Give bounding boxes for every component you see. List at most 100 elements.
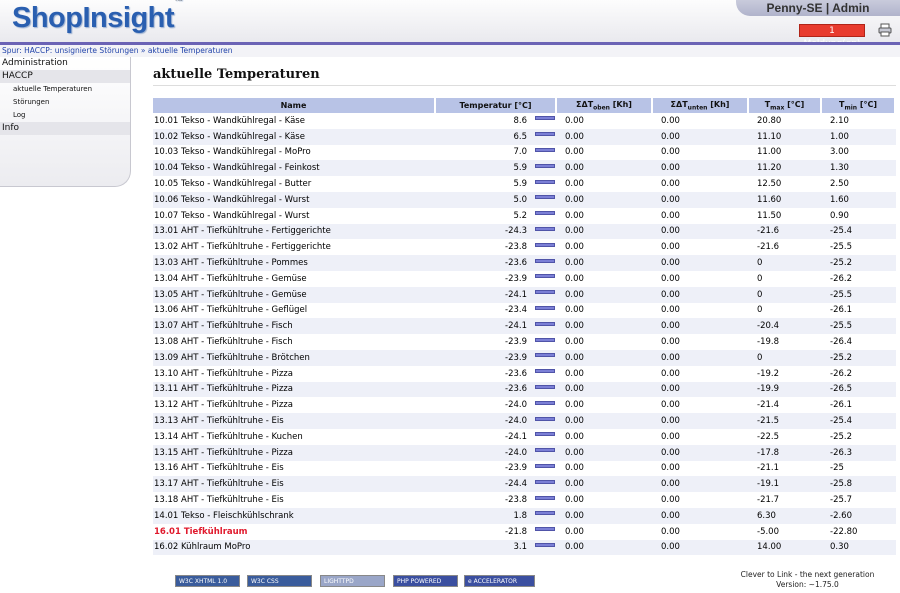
table-row[interactable]: 13.03 AHT - Tiefkühltruhe - Pommes -23.6 0… (153, 255, 896, 271)
column-header-dt-bottom[interactable]: ΣΔTunten [Kh] (653, 98, 749, 113)
table-row[interactable]: 13.11 AHT - Tiefkühltruhe - Pizza -23.6 0.… (153, 381, 896, 398)
table-row[interactable]: 13.07 AHT - Tiefkühltruhe - Fisch -24.1 0.… (153, 318, 896, 335)
breadcrumb-link-stoerungen[interactable]: HACCP: unsignierte Störungen (24, 46, 138, 55)
cell-name[interactable]: 13.10 AHT - Tiefkühltruhe - Pizza (153, 365, 436, 382)
cell-dt-bottom: 0.00 (653, 318, 749, 335)
cell-name[interactable]: 13.03 AHT - Tiefkühltruhe - Pommes (153, 255, 436, 271)
w3c-css-badge[interactable]: W3C CSS (247, 575, 312, 587)
cell-name[interactable]: 16.01 Tiefkühlraum (153, 523, 436, 540)
eaccelerator-badge[interactable]: e ACCELERATOR (464, 575, 535, 587)
column-header-tmin[interactable]: Tmin [°C] (822, 98, 896, 113)
cell-tmin: 3.00 (822, 144, 896, 161)
sidebar-item-aktuelle-temperaturen[interactable]: aktuelle Temperaturen (0, 83, 130, 96)
table-row[interactable]: 16.01 Tiefkühlraum -21.8 0.00 0.00 -5.00 -22.… (153, 523, 896, 540)
cell-tmin: -26.1 (822, 397, 896, 414)
cell-name[interactable]: 13.13 AHT - Tiefkühltruhe - Eis (153, 413, 436, 429)
cell-tmin: -25.5 (822, 286, 896, 303)
sidebar-item-stoerungen[interactable]: Störungen (0, 96, 130, 109)
temperature-bar (535, 242, 555, 247)
table-row[interactable]: 10.02 Tekso - Wandkühlregal - Käse 6.5 0.0… (153, 128, 896, 145)
table-row[interactable]: 13.17 AHT - Tiefkühltruhe - Eis -24.4 0.00… (153, 476, 896, 493)
cell-name[interactable]: 13.15 AHT - Tiefkühltruhe - Pizza (153, 444, 436, 461)
table-row[interactable]: 14.01 Tekso - Fleischkühlschrank 1.8 0.00 0… (153, 507, 896, 524)
table-row[interactable]: 13.04 AHT - Tiefkühltruhe - Gemüse -23.9 0… (153, 270, 896, 287)
cell-dt-bottom: 0.00 (653, 223, 749, 240)
table-row[interactable]: 16.02 Kühlraum MoPro 3.1 0.00 0.00 14.00 0.30 (153, 539, 896, 556)
column-header-name[interactable]: Name (153, 98, 436, 113)
alert-badge[interactable]: 1 Meldung(en) (799, 24, 865, 49)
table-row[interactable]: 10.07 Tekso - Wandkühlregal - Wurst 5.2 0.… (153, 207, 896, 224)
cell-dt-bottom: 0.00 (653, 302, 749, 319)
sidebar-item-info[interactable]: Info (0, 122, 130, 135)
printer-icon[interactable] (878, 23, 892, 37)
table-row[interactable]: 13.10 AHT - Tiefkühltruhe - Pizza -23.6 0.… (153, 365, 896, 382)
cell-name[interactable]: 10.03 Tekso - Wandkühlregal - MoPro (153, 144, 436, 161)
temperature-bar (535, 163, 555, 168)
sidebar-item-haccp[interactable]: HACCP (0, 70, 130, 83)
table-row[interactable]: 13.05 AHT - Tiefkühltruhe - Gemüse -24.1 0… (153, 286, 896, 303)
cell-name[interactable]: 13.09 AHT - Tiefkühltruhe - Brötchen (153, 349, 436, 366)
cell-tmin: -25.4 (822, 413, 896, 429)
cell-name[interactable]: 13.12 AHT - Tiefkühltruhe - Pizza (153, 397, 436, 414)
cell-name[interactable]: 10.07 Tekso - Wandkühlregal - Wurst (153, 207, 436, 224)
column-header-temperature[interactable]: Temperatur [°C] (436, 98, 557, 113)
cell-name[interactable]: 10.02 Tekso - Wandkühlregal - Käse (153, 128, 436, 145)
cell-dt-top: 0.00 (557, 207, 653, 224)
table-row[interactable]: 13.15 AHT - Tiefkühltruhe - Pizza -24.0 0.… (153, 444, 896, 461)
cell-temperature: -24.0 (436, 397, 557, 414)
cell-temperature: 5.9 (436, 160, 557, 177)
title-divider (153, 85, 896, 86)
w3c-xhtml-badge[interactable]: W3C XHTML 1.0 (175, 575, 240, 587)
table-row[interactable]: 10.04 Tekso - Wandkühlregal - Feinkost 5.… (153, 160, 896, 177)
table-row[interactable]: 13.13 AHT - Tiefkühltruhe - Eis -24.0 0.00… (153, 413, 896, 429)
cell-name[interactable]: 13.01 AHT - Tiefkühltruhe - Fertiggerich… (153, 223, 436, 240)
cell-name[interactable]: 13.05 AHT - Tiefkühltruhe - Gemüse (153, 286, 436, 303)
table-row[interactable]: 13.12 AHT - Tiefkühltruhe - Pizza -24.0 0.… (153, 397, 896, 414)
table-row[interactable]: 10.05 Tekso - Wandkühlregal - Butter 5.9 0… (153, 176, 896, 192)
cell-name[interactable]: 10.04 Tekso - Wandkühlregal - Feinkost (153, 160, 436, 177)
breadcrumb-current[interactable]: aktuelle Temperaturen (148, 46, 233, 55)
column-header-dt-top[interactable]: ΣΔToben [Kh] (557, 98, 653, 113)
cell-name[interactable]: 13.14 AHT - Tiefkühltruhe - Kuchen (153, 428, 436, 445)
table-row[interactable]: 13.08 AHT - Tiefkühltruhe - Fisch -23.9 0.… (153, 334, 896, 350)
cell-name[interactable]: 13.11 AHT - Tiefkühltruhe - Pizza (153, 381, 436, 398)
table-row[interactable]: 10.06 Tekso - Wandkühlregal - Wurst 5.0 0.… (153, 191, 896, 208)
cell-dt-bottom: 0.00 (653, 539, 749, 556)
table-row[interactable]: 13.14 AHT - Tiefkühltruhe - Kuchen -24.1 0… (153, 428, 896, 445)
cell-tmin: 2.10 (822, 113, 896, 129)
cell-dt-bottom: 0.00 (653, 428, 749, 445)
cell-name[interactable]: 10.05 Tekso - Wandkühlregal - Butter (153, 176, 436, 192)
cell-dt-top: 0.00 (557, 539, 653, 556)
cell-name[interactable]: 13.06 AHT - Tiefkühltruhe - Geflügel (153, 302, 436, 319)
user-menu[interactable]: Penny-SE | Admin (736, 0, 900, 16)
table-row[interactable]: 13.09 AHT - Tiefkühltruhe - Brötchen -23.… (153, 349, 896, 366)
cell-name[interactable]: 13.08 AHT - Tiefkühltruhe - Fisch (153, 334, 436, 350)
cell-name[interactable]: 10.06 Tekso - Wandkühlregal - Wurst (153, 191, 436, 208)
cell-name[interactable]: 13.18 AHT - Tiefkühltruhe - Eis (153, 492, 436, 508)
cell-name[interactable]: 13.07 AHT - Tiefkühltruhe - Fisch (153, 318, 436, 335)
table-row[interactable]: 10.03 Tekso - Wandkühlregal - MoPro 7.0 0.… (153, 144, 896, 161)
app-logo[interactable]: ShopInsight™ (12, 0, 183, 35)
table-row[interactable]: 13.06 AHT - Tiefkühltruhe - Geflügel -23.… (153, 302, 896, 319)
table-row[interactable]: 13.02 AHT - Tiefkühltruhe - Fertiggerich… (153, 239, 896, 256)
sidebar-item-log[interactable]: Log (0, 109, 130, 122)
cell-dt-top: 0.00 (557, 476, 653, 493)
cell-name[interactable]: 13.16 AHT - Tiefkühltruhe - Eis (153, 460, 436, 477)
cell-name[interactable]: 13.02 AHT - Tiefkühltruhe - Fertiggerich… (153, 239, 436, 256)
table-row[interactable]: 10.01 Tekso - Wandkühlregal - Käse 8.6 0.0… (153, 113, 896, 129)
cell-name[interactable]: 14.01 Tekso - Fleischkühlschrank (153, 507, 436, 524)
cell-tmin: -25 (822, 460, 896, 477)
temperature-bar (535, 463, 555, 468)
lighttpd-badge[interactable]: LIGHTTPD (320, 575, 385, 587)
php-powered-badge[interactable]: PHP POWERED (393, 575, 458, 587)
table-row[interactable]: 13.16 AHT - Tiefkühltruhe - Eis -23.9 0.00… (153, 460, 896, 477)
cell-tmin: -25.5 (822, 318, 896, 335)
table-row[interactable]: 13.18 AHT - Tiefkühltruhe - Eis -23.8 0.00… (153, 492, 896, 508)
sidebar-item-administration[interactable]: Administration (0, 57, 130, 70)
cell-name[interactable]: 13.17 AHT - Tiefkühltruhe - Eis (153, 476, 436, 493)
column-header-tmax[interactable]: Tmax [°C] (749, 98, 822, 113)
cell-name[interactable]: 16.02 Kühlraum MoPro (153, 539, 436, 556)
table-row[interactable]: 13.01 AHT - Tiefkühltruhe - Fertiggerich… (153, 223, 896, 240)
cell-name[interactable]: 13.04 AHT - Tiefkühltruhe - Gemüse (153, 270, 436, 287)
cell-name[interactable]: 10.01 Tekso - Wandkühlregal - Käse (153, 113, 436, 129)
